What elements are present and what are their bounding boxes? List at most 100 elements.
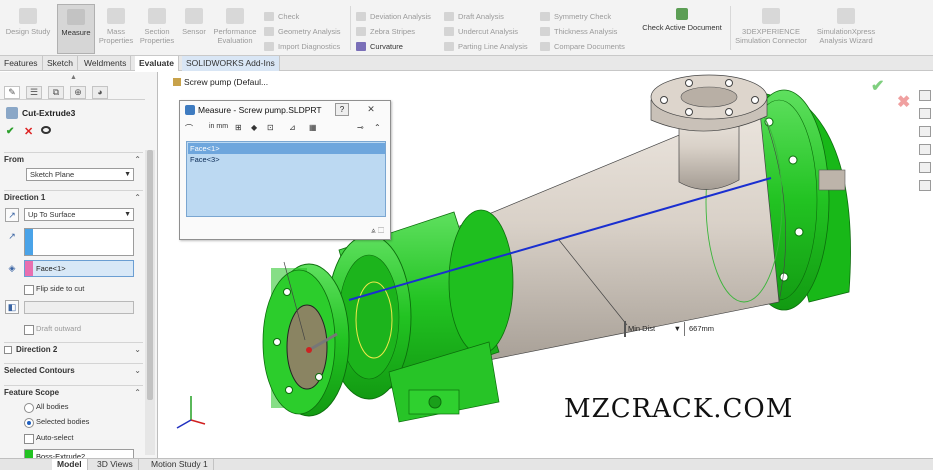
close-icon[interactable]: ✕: [363, 103, 379, 116]
bottom-tab-bar: Model 3D Views Motion Study 1: [0, 458, 933, 470]
from-section-header[interactable]: From ⌃: [4, 152, 143, 166]
symmetry-check-button[interactable]: Symmetry Check: [540, 10, 611, 23]
curvature-button[interactable]: Curvature: [356, 40, 403, 53]
units-button[interactable]: in mm: [209, 123, 228, 130]
thickness-analysis-button[interactable]: Thickness Analysis: [540, 25, 617, 38]
confirm-cancel-icon[interactable]: ✖: [897, 92, 910, 112]
command-manager-tabs: Features Sketch Weldments Evaluate SOLID…: [0, 56, 933, 71]
feature-tree-flyout[interactable]: Screw pump (Defaul...: [173, 77, 268, 87]
scope-selected-bodies-radio[interactable]: Selected bodies: [24, 417, 89, 428]
direction2-section-header[interactable]: Direction 2 ⌄: [4, 342, 143, 356]
pin-icon[interactable]: ⊸: [357, 123, 364, 132]
configuration-manager-tab[interactable]: ⧉: [48, 86, 64, 99]
direction1-section-header[interactable]: Direction 1 ⌃: [4, 190, 143, 204]
section-properties-icon: [148, 8, 166, 24]
design-library-icon[interactable]: [919, 108, 931, 119]
list-item[interactable]: Face<1>: [188, 143, 385, 154]
feature-scope-header[interactable]: Feature Scope ⌃: [4, 385, 143, 399]
dropdown-arrow-icon: ▼: [124, 171, 131, 178]
display-manager-tab[interactable]: ◕: [92, 86, 108, 99]
dimxpert-tab[interactable]: ⊕: [70, 86, 86, 99]
min-dist-dropdown[interactable]: Min Dist ▼: [625, 322, 685, 336]
green-housing-body[interactable]: [326, 209, 514, 423]
tab-features[interactable]: Features: [0, 56, 43, 71]
cancel-x-icon[interactable]: ✕: [24, 125, 33, 138]
face-reference-box[interactable]: Face<1>: [24, 260, 134, 277]
sensor-button[interactable]: Sensor: [179, 4, 209, 54]
zebra-stripes-button[interactable]: Zebra Stripes: [356, 25, 415, 38]
origin-marker: [306, 347, 312, 353]
point-to-point-icon[interactable]: ⊡: [267, 123, 274, 132]
ok-check-icon[interactable]: ✔: [6, 126, 14, 137]
reverse-direction-icon[interactable]: ↗: [5, 208, 19, 222]
collapse-icon[interactable]: ⌃: [374, 123, 381, 132]
panel-scrollbar[interactable]: [145, 150, 155, 455]
tab-3d-views[interactable]: 3D Views: [92, 459, 139, 470]
arc-circle-icon[interactable]: ⌒: [185, 123, 193, 134]
min-dist-callout[interactable]: Min Dist ▼ 667mm: [624, 321, 714, 337]
geometry-analysis-button[interactable]: Geometry Analysis: [264, 25, 341, 38]
left-flange[interactable]: [262, 263, 350, 417]
draft-angle-spinner[interactable]: [24, 301, 134, 314]
measure-results-list[interactable]: Face<1> Face<3>: [186, 141, 386, 217]
tab-motion-study[interactable]: Motion Study 1: [146, 459, 214, 470]
measure-button[interactable]: Measure: [57, 4, 95, 54]
measure-icon: [67, 9, 85, 25]
solidworks-resources-icon[interactable]: [919, 90, 931, 101]
simulationxpress-icon: [837, 8, 855, 24]
check-active-document-button[interactable]: Check Active Document: [636, 4, 728, 54]
draft-icon[interactable]: ◧: [5, 300, 19, 314]
preview-eye-icon[interactable]: [41, 126, 51, 134]
tab-weldments[interactable]: Weldments: [80, 56, 132, 71]
scope-all-bodies-radio[interactable]: All bodies: [24, 402, 69, 413]
undercut-analysis-button[interactable]: Undercut Analysis: [444, 25, 518, 38]
appearances-icon[interactable]: [919, 162, 931, 173]
graphics-area[interactable]: ⌕⌕⌗⌖◧◐◉◎▭ Screw pump (Defaul... Measure …: [159, 72, 933, 458]
history-icon[interactable]: ▦: [309, 123, 317, 132]
draft-outward-checkbox[interactable]: Draft outward: [24, 324, 81, 335]
design-study-button[interactable]: Design Study: [2, 4, 54, 54]
feature-manager-tab[interactable]: ✎: [4, 86, 20, 99]
import-diagnostics-button[interactable]: Import Diagnostics: [264, 40, 340, 53]
command-ribbon: Design Study Measure Mass Properties Sec…: [0, 0, 933, 56]
tab-model[interactable]: Model: [52, 459, 88, 470]
tab-evaluate[interactable]: Evaluate: [135, 56, 179, 71]
compare-documents-button[interactable]: Compare Documents: [540, 40, 625, 53]
draft-analysis-button[interactable]: Draft Analysis: [444, 10, 504, 23]
selection-color-stripe: [25, 229, 33, 255]
watermark-text: MZCRACK.COM: [564, 394, 794, 424]
deviation-analysis-button[interactable]: Deviation Analysis: [356, 10, 431, 23]
property-manager-tab[interactable]: ☰: [26, 86, 42, 99]
flip-side-checkbox[interactable]: Flip side to cut: [24, 284, 84, 295]
view-palette-icon[interactable]: [919, 144, 931, 155]
direction2-checkbox[interactable]: [4, 346, 12, 354]
help-button[interactable]: ?: [335, 103, 349, 116]
confirm-ok-icon[interactable]: ✔: [871, 76, 884, 96]
performance-evaluation-button[interactable]: Performance Evaluation: [211, 4, 259, 54]
measure-footer-icons[interactable]: ⩓ ⬚: [371, 226, 384, 236]
mass-properties-button[interactable]: Mass Properties: [97, 4, 135, 54]
custom-properties-icon[interactable]: [919, 180, 931, 191]
from-dropdown[interactable]: Sketch Plane ▼: [26, 168, 134, 181]
direction-vector-box[interactable]: [24, 228, 134, 256]
collapse-arrow-icon[interactable]: ▲: [70, 74, 77, 81]
auto-select-checkbox[interactable]: Auto-select: [24, 433, 74, 444]
scrollbar-thumb[interactable]: [147, 150, 153, 400]
show-xyz-icon[interactable]: ◆: [251, 123, 257, 132]
simulationxpress-button[interactable]: SimulationXpress Analysis Wizard: [814, 4, 878, 54]
projection-icon[interactable]: ⊿: [289, 123, 296, 132]
check-icon: [264, 12, 274, 21]
section-properties-button[interactable]: Section Properties: [137, 4, 177, 54]
file-explorer-icon[interactable]: [919, 126, 931, 137]
tab-sketch[interactable]: Sketch: [43, 56, 78, 71]
check-button[interactable]: Check: [264, 10, 299, 23]
simulation-connector-button[interactable]: 3DEXPERIENCE Simulation Connector: [730, 4, 812, 54]
design-study-icon: [19, 8, 37, 24]
tab-solidworks-addins[interactable]: SOLIDWORKS Add-Ins: [182, 56, 280, 71]
measure-dialog[interactable]: Measure - Screw pump.SLDPRT ? ✕ ⌒ in mm …: [179, 100, 391, 240]
end-condition-dropdown[interactable]: Up To Surface ▼: [24, 208, 134, 221]
selected-contours-header[interactable]: Selected Contours ⌄: [4, 363, 143, 377]
xyz-icon[interactable]: ⊞: [235, 123, 242, 132]
parting-line-analysis-button[interactable]: Parting Line Analysis: [444, 40, 528, 53]
list-item[interactable]: Face<3>: [188, 154, 385, 165]
